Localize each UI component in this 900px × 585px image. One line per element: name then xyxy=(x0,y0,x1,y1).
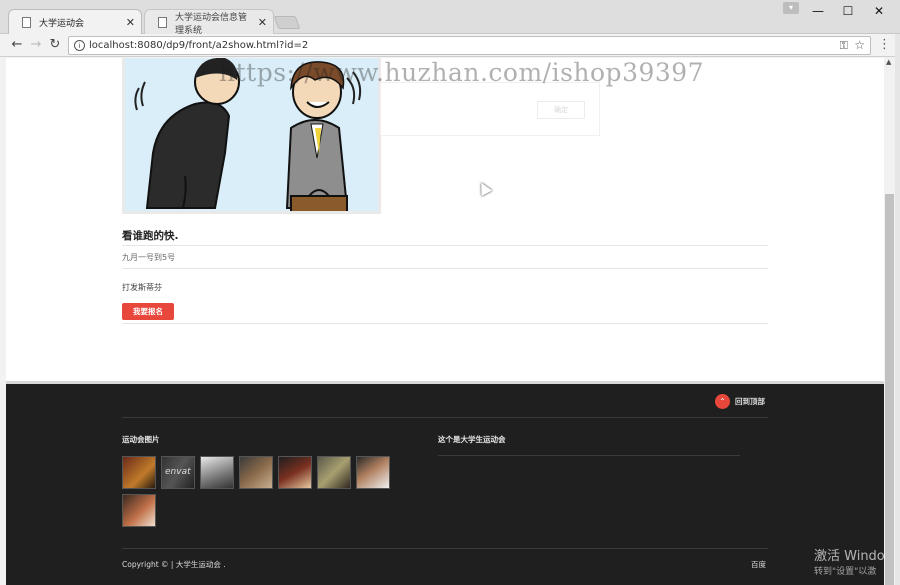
profile-icon[interactable]: ▾ xyxy=(783,2,799,14)
tab-active[interactable]: 大学运动会 ✕ xyxy=(8,9,142,35)
mouse-cursor-icon xyxy=(475,179,493,197)
sports-photo-thumbnail[interactable] xyxy=(278,456,312,489)
close-tab-icon[interactable]: ✕ xyxy=(126,16,135,29)
windows-activation-subtitle: 转到"设置"以激 xyxy=(814,567,877,577)
window-frame xyxy=(895,34,900,585)
copyright-text: Copyright © | 大学生运动会 . xyxy=(122,560,226,569)
new-tab-button[interactable] xyxy=(273,16,301,29)
ghost-confirm-button[interactable]: 确定 xyxy=(537,101,585,119)
close-window-button[interactable]: ✕ xyxy=(864,0,894,22)
minimize-button[interactable]: — xyxy=(803,0,833,22)
footer-divider xyxy=(122,548,768,549)
article-title: 看谁跑的快. xyxy=(122,230,179,242)
menu-dots-icon[interactable]: ⋮ xyxy=(878,37,891,52)
divider xyxy=(122,323,768,324)
page-scrollbar[interactable]: ▲ xyxy=(884,58,895,585)
tab-inactive[interactable]: 大学运动会信息管理系统 ✕ xyxy=(144,9,274,36)
url-text[interactable]: localhost:8080/dp9/front/a2show.html?id=… xyxy=(89,40,308,51)
footer-divider xyxy=(122,417,768,418)
about-divider xyxy=(438,455,740,456)
scroll-up-icon[interactable]: ▲ xyxy=(886,58,891,66)
ghost-dialog: 确定 xyxy=(380,82,600,136)
signup-button[interactable]: 我要报名 xyxy=(122,303,174,320)
back-arrow-icon[interactable]: ← xyxy=(8,36,26,54)
maximize-button[interactable]: ☐ xyxy=(833,0,863,22)
page-icon xyxy=(158,17,167,28)
sports-photo-thumbnail[interactable] xyxy=(317,456,351,489)
article-description: 打发斯蒂芬 xyxy=(122,283,162,292)
article-date: 九月一号到5号 xyxy=(122,253,176,262)
baidu-link[interactable]: 百度 xyxy=(751,559,766,570)
chevron-up-icon: ⌃ xyxy=(715,394,730,409)
back-to-top-label: 回到顶部 xyxy=(735,397,765,406)
address-bar[interactable]: i localhost:8080/dp9/front/a2show.html?i… xyxy=(68,36,871,55)
browser-tabstrip: 大学运动会 ✕ 大学运动会信息管理系统 ✕ ▾ — ☐ ✕ xyxy=(0,0,900,36)
back-to-top-link[interactable]: ⌃ 回到顶部 xyxy=(715,394,765,409)
sports-photo-thumbnail[interactable] xyxy=(122,456,156,489)
sports-photo-thumbnail[interactable] xyxy=(356,456,390,489)
scrollbar-thumb[interactable] xyxy=(885,194,894,585)
tab-label: 大学运动会 xyxy=(39,19,85,29)
site-footer: ⌃ 回到顶部 运动会图片 这个是大学生运动会 envat Copyright ©… xyxy=(6,381,884,585)
tab-label: 大学运动会信息管理系统 xyxy=(175,12,248,36)
page-viewport: 确定 https://www.huzhan.com/ishop39397 看谁跑… xyxy=(6,58,884,585)
sports-photo-thumbnail[interactable]: envat xyxy=(161,456,195,489)
photos-heading: 运动会图片 xyxy=(122,435,160,444)
divider xyxy=(122,245,768,246)
windows-activation-title: 激活 Windo xyxy=(814,549,885,564)
bookmark-star-icon[interactable]: ☆ xyxy=(854,38,865,52)
page-icon xyxy=(22,17,31,28)
browser-toolbar: ← → ↻ i localhost:8080/dp9/front/a2show.… xyxy=(0,34,900,57)
reload-icon[interactable]: ↻ xyxy=(46,36,64,54)
forward-arrow-icon[interactable]: → xyxy=(27,36,45,54)
sports-photo-thumbnail[interactable] xyxy=(239,456,273,489)
sports-photo-thumbnail[interactable] xyxy=(122,494,156,527)
watermark-text: https://www.huzhan.com/ishop39397 xyxy=(219,58,705,87)
close-tab-icon[interactable]: ✕ xyxy=(258,16,267,29)
about-heading: 这个是大学生运动会 xyxy=(438,435,506,444)
info-icon[interactable]: i xyxy=(74,40,85,51)
key-icon[interactable]: ⚿ xyxy=(840,39,848,53)
sports-photo-thumbnail[interactable] xyxy=(200,456,234,489)
divider xyxy=(122,268,768,269)
